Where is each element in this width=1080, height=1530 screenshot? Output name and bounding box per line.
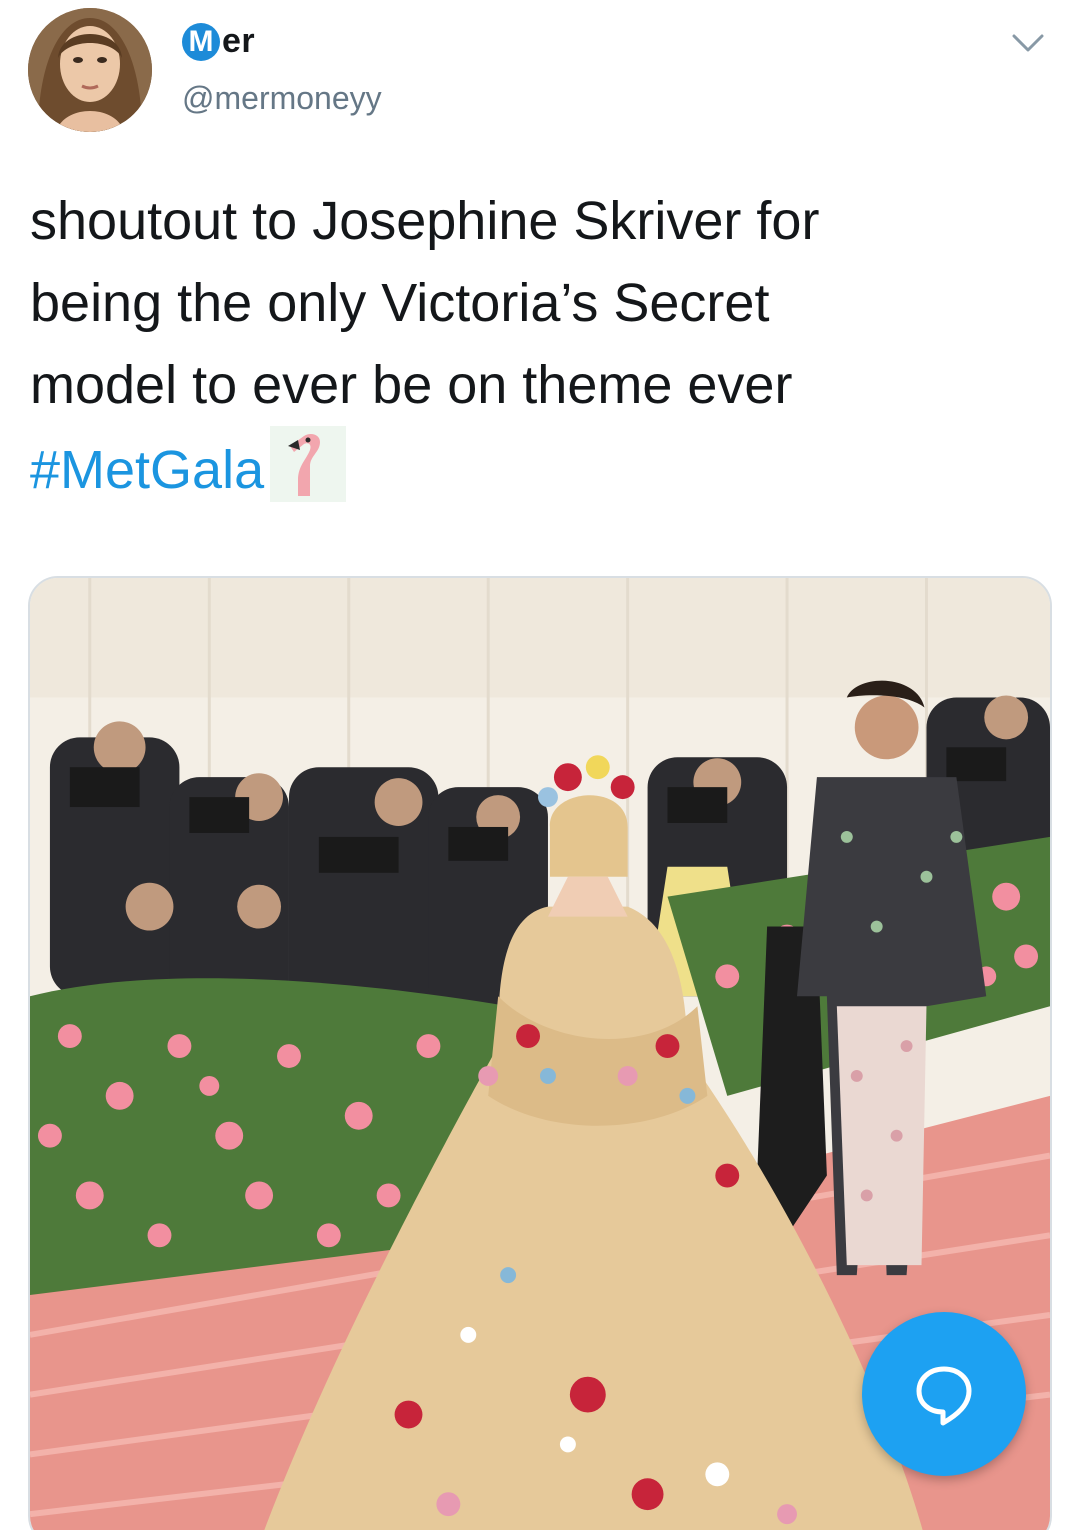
display-name: er bbox=[222, 22, 256, 60]
flamingo-emoji-icon bbox=[270, 426, 347, 502]
compose-reply-button[interactable] bbox=[862, 1312, 1026, 1476]
tweet-line: being the only Victoria’s Secret bbox=[30, 273, 770, 333]
name-badge-icon: M bbox=[182, 22, 220, 61]
avatar-photo bbox=[28, 8, 152, 132]
chevron-down-icon[interactable] bbox=[1008, 22, 1048, 62]
author-name[interactable]: M er bbox=[182, 22, 255, 61]
hashtag-link[interactable]: #MetGala bbox=[30, 440, 264, 500]
tweet-line: shoutout to Josephine Skriver for bbox=[30, 191, 820, 251]
tweet-text: shoutout to Josephine Skriver for being … bbox=[30, 180, 1050, 511]
author-handle[interactable]: @mermoneyy bbox=[182, 80, 382, 117]
tweet-hashtag-line: #MetGala bbox=[30, 426, 1050, 511]
tweet-header: M er @mermoneyy bbox=[0, 0, 1080, 150]
avatar[interactable] bbox=[28, 8, 152, 132]
tweet-line: model to ever be on theme ever bbox=[30, 355, 793, 415]
reply-bubble-icon bbox=[916, 1366, 972, 1426]
